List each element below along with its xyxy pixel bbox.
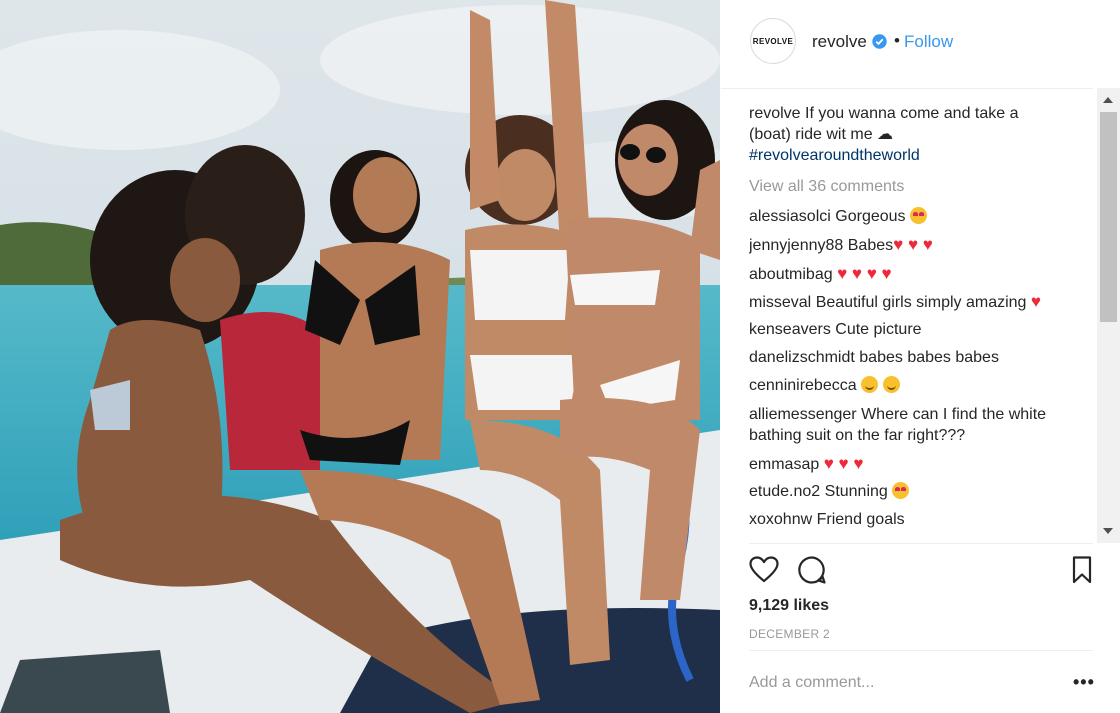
comments-list: revolve If you wanna come and take a (bo… (749, 100, 1094, 543)
caption-text-line2: (boat) ride wit me ☁ (749, 126, 894, 143)
comment-username[interactable]: kenseavers (749, 321, 831, 338)
caption-hashtag[interactable]: #revolvearoundtheworld (749, 147, 920, 164)
scrollbar-thumb[interactable] (1100, 112, 1117, 322)
post-detail-panel: REVOLVE revolve • Follow revolve If you … (721, 0, 1120, 713)
heart-emoji-icon: ♥ ♥ ♥ (823, 454, 864, 473)
likes-count[interactable]: 9,129 likes (749, 597, 829, 615)
heart-emoji-icon: ♥ (1030, 292, 1041, 311)
verified-badge-icon (872, 34, 887, 49)
heart-emoji-icon: ♥ ♥ ♥ ♥ (837, 264, 892, 283)
comment-text: babes babes babes (859, 349, 999, 366)
follow-button[interactable]: Follow (904, 32, 953, 52)
save-bookmark-icon[interactable] (1067, 555, 1097, 585)
separator-dot: • (894, 31, 900, 50)
smile-emoji-icon (861, 376, 879, 393)
comment-username[interactable]: emmasap (749, 456, 819, 473)
comment-item: jennyjenny88 Babes♥ ♥ ♥ (749, 234, 1079, 256)
post-actions (749, 555, 1093, 585)
comment-item: alliemessenger Where can I find the whit… (749, 404, 1079, 446)
like-heart-icon[interactable] (749, 555, 779, 585)
comment-username[interactable]: xoxohnw (749, 511, 812, 528)
comment-username[interactable]: alessiasolci (749, 208, 831, 225)
scroll-down-arrow-icon[interactable] (1103, 528, 1113, 534)
caption: revolve If you wanna come and take a (bo… (749, 103, 1079, 166)
divider (749, 650, 1093, 651)
caption-text: If you wanna come and take a (805, 105, 1019, 122)
post-header: REVOLVE revolve • Follow (721, 0, 1093, 89)
smile-emoji-icon (882, 376, 900, 393)
comment-text: Gorgeous (835, 208, 906, 225)
comment-text: Stunning (824, 483, 888, 500)
comment-text: Where can I find the white (861, 406, 1047, 423)
comment-item: etude.no2 Stunning (749, 481, 1079, 502)
comment-bubble-icon[interactable] (797, 555, 827, 585)
post-image (0, 0, 720, 713)
comment-text: Cute picture (835, 321, 922, 338)
comment-item: emmasap ♥ ♥ ♥ (749, 453, 1079, 475)
comment-text: Babes (847, 237, 894, 254)
heart-eyes-emoji-icon (892, 482, 910, 499)
comment-text: Beautiful girls simply amazing (815, 294, 1027, 311)
comment-item: aboutmibag ♥ ♥ ♥ ♥ (749, 263, 1079, 285)
divider (749, 543, 1093, 544)
comment-item: cenninirebecca (749, 375, 1079, 396)
comment-item: misseval Beautiful girls simply amazing … (749, 291, 1079, 313)
comment-username[interactable]: danelizschmidt (749, 349, 855, 366)
heart-emoji-icon: ♥ ♥ ♥ (893, 235, 933, 254)
comment-text-line2: bathing suit on the far right??? (749, 427, 966, 444)
header-username[interactable]: revolve (812, 32, 867, 52)
view-all-comments-link[interactable]: View all 36 comments (749, 176, 1079, 197)
comment-username[interactable]: alliemessenger (749, 406, 857, 423)
post-date: DECEMBER 2 (749, 627, 831, 641)
comments-scrollbar[interactable] (1097, 88, 1120, 543)
comment-username[interactable]: jennyjenny88 (749, 237, 843, 254)
avatar[interactable]: REVOLVE (750, 18, 796, 64)
post-photo[interactable] (0, 0, 720, 713)
comment-username[interactable]: aboutmibag (749, 266, 833, 283)
comment-item: alessiasolci Gorgeous (749, 206, 1079, 227)
heart-eyes-emoji-icon (909, 207, 927, 224)
add-comment-input[interactable] (749, 672, 1049, 694)
scroll-up-arrow-icon[interactable] (1103, 97, 1113, 103)
more-options-button[interactable]: ••• (1073, 672, 1095, 693)
comment-username[interactable]: etude.no2 (749, 483, 820, 500)
comment-text: Friend goals (816, 511, 905, 528)
caption-username[interactable]: revolve (749, 105, 801, 122)
comment-username[interactable]: misseval (749, 294, 811, 311)
comment-username[interactable]: cenninirebecca (749, 377, 857, 394)
comment-item: danelizschmidt babes babes babes (749, 347, 1079, 368)
comment-item: kenseavers Cute picture (749, 319, 1079, 340)
comment-item: xoxohnw Friend goals (749, 509, 1079, 530)
